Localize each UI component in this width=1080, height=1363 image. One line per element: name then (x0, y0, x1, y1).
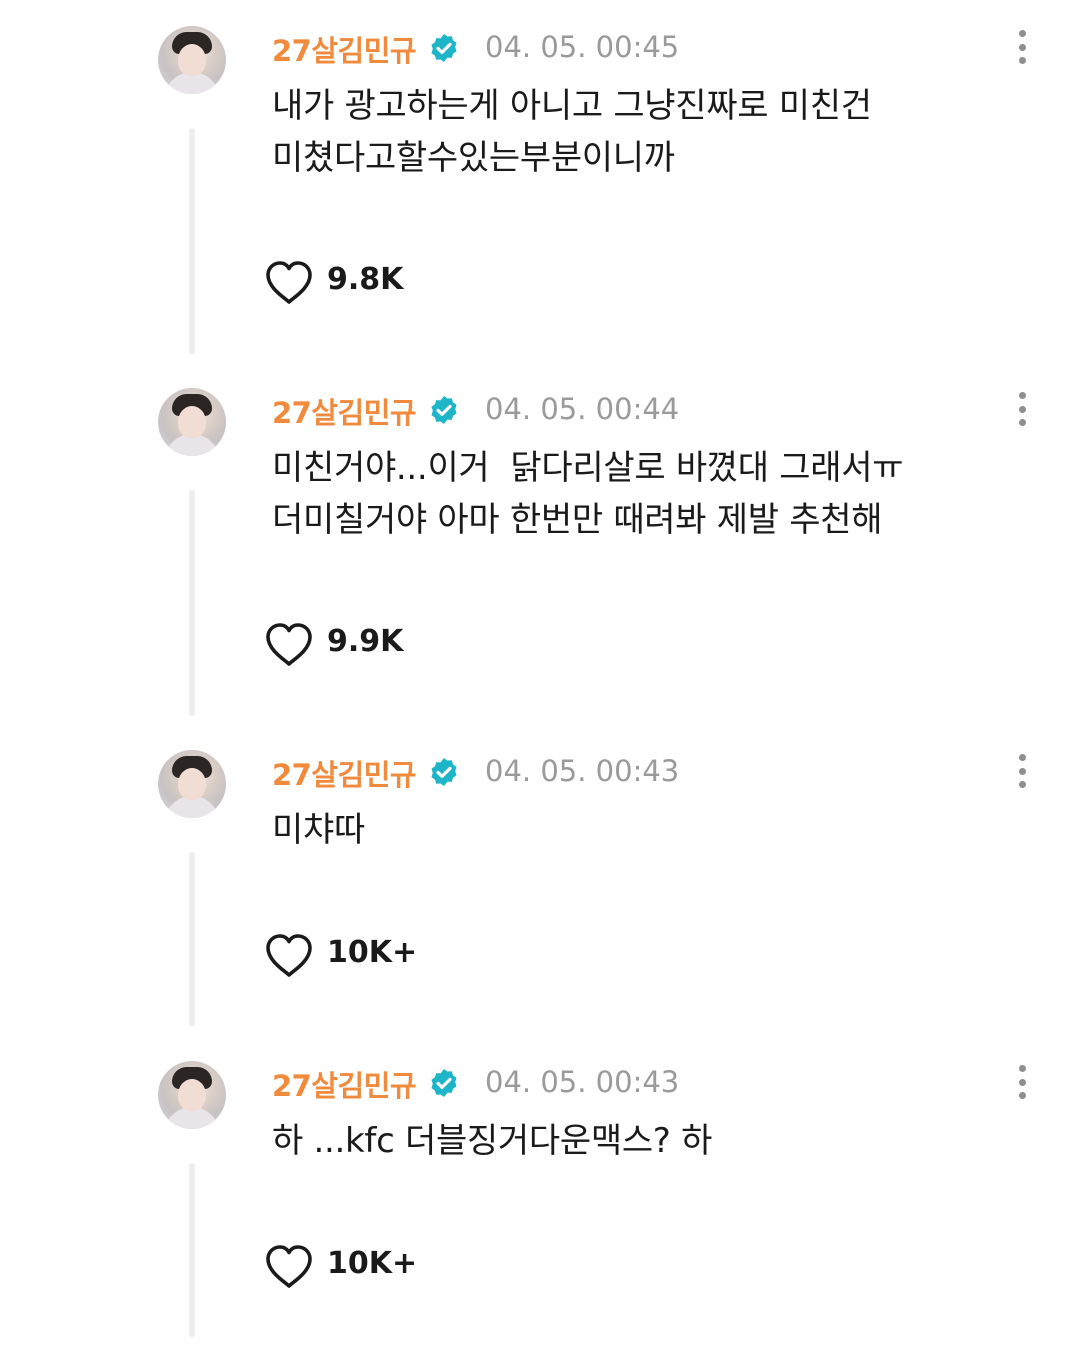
heart-outline-icon (266, 934, 312, 977)
like-button[interactable] (262, 1242, 316, 1292)
post-content: 하 ...kfc 더블징거다운맥스? 하 (272, 1121, 713, 1161)
username[interactable]: 27살김민규 (272, 390, 417, 432)
thread-line (189, 128, 195, 354)
avatar[interactable] (158, 26, 226, 94)
like-count: 9.9K (327, 624, 404, 659)
timestamp: 04. 05. 00:43 (485, 754, 680, 788)
more-vertical-icon (1018, 1065, 1026, 1072)
more-vertical-icon (1018, 392, 1026, 399)
more-options-button[interactable] (1006, 388, 1038, 430)
like-count: 10K+ (327, 1246, 418, 1281)
verified-badge-icon (431, 396, 457, 424)
avatar[interactable] (158, 750, 226, 818)
post: 27살김민규 04. 05. 00:43 미챠따 10K+ (0, 724, 1080, 1035)
heart-outline-icon (266, 261, 312, 304)
more-options-button[interactable] (1006, 1061, 1038, 1103)
like-count: 10K+ (327, 935, 418, 970)
username[interactable]: 27살김민규 (272, 28, 417, 70)
heart-outline-icon (266, 1245, 312, 1288)
post: 27살김민규 04. 05. 00:45 내가 광고하는게 아니고 그냥진짜로 … (0, 0, 1080, 362)
like-button[interactable] (262, 258, 316, 308)
more-vertical-icon (1018, 30, 1026, 37)
post-content: 미친거야...이거 닭다리살로 바꼈대 그래서ㅠ 더미칠거야 아마 한번만 때려… (272, 448, 904, 540)
username[interactable]: 27살김민규 (272, 1063, 417, 1105)
timestamp: 04. 05. 00:45 (485, 30, 680, 64)
like-button[interactable] (262, 620, 316, 670)
verified-badge-icon (431, 34, 457, 62)
username[interactable]: 27살김민규 (272, 752, 417, 794)
timestamp: 04. 05. 00:43 (485, 1065, 680, 1099)
post-content: 미챠따 (272, 810, 365, 850)
thread-line (189, 852, 195, 1026)
post: 27살김민규 04. 05. 00:44 미친거야...이거 닭다리살로 바꼈대… (0, 362, 1080, 724)
like-button[interactable] (262, 931, 316, 981)
heart-outline-icon (266, 623, 312, 666)
avatar[interactable] (158, 388, 226, 456)
thread-line (189, 1163, 195, 1337)
post-content: 내가 광고하는게 아니고 그냥진짜로 미친건 미쳤다고할수있는부분이니까 (272, 86, 872, 178)
verified-badge-icon (431, 758, 457, 786)
more-options-button[interactable] (1006, 750, 1038, 792)
more-options-button[interactable] (1006, 26, 1038, 68)
thread-line (189, 490, 195, 716)
like-count: 9.8K (327, 262, 404, 297)
more-vertical-icon (1018, 754, 1026, 761)
timestamp: 04. 05. 00:44 (485, 392, 680, 426)
avatar[interactable] (158, 1061, 226, 1129)
verified-badge-icon (431, 1069, 457, 1097)
post: 27살김민규 04. 05. 00:43 하 ...kfc 더블징거다운맥스? … (0, 1035, 1080, 1363)
